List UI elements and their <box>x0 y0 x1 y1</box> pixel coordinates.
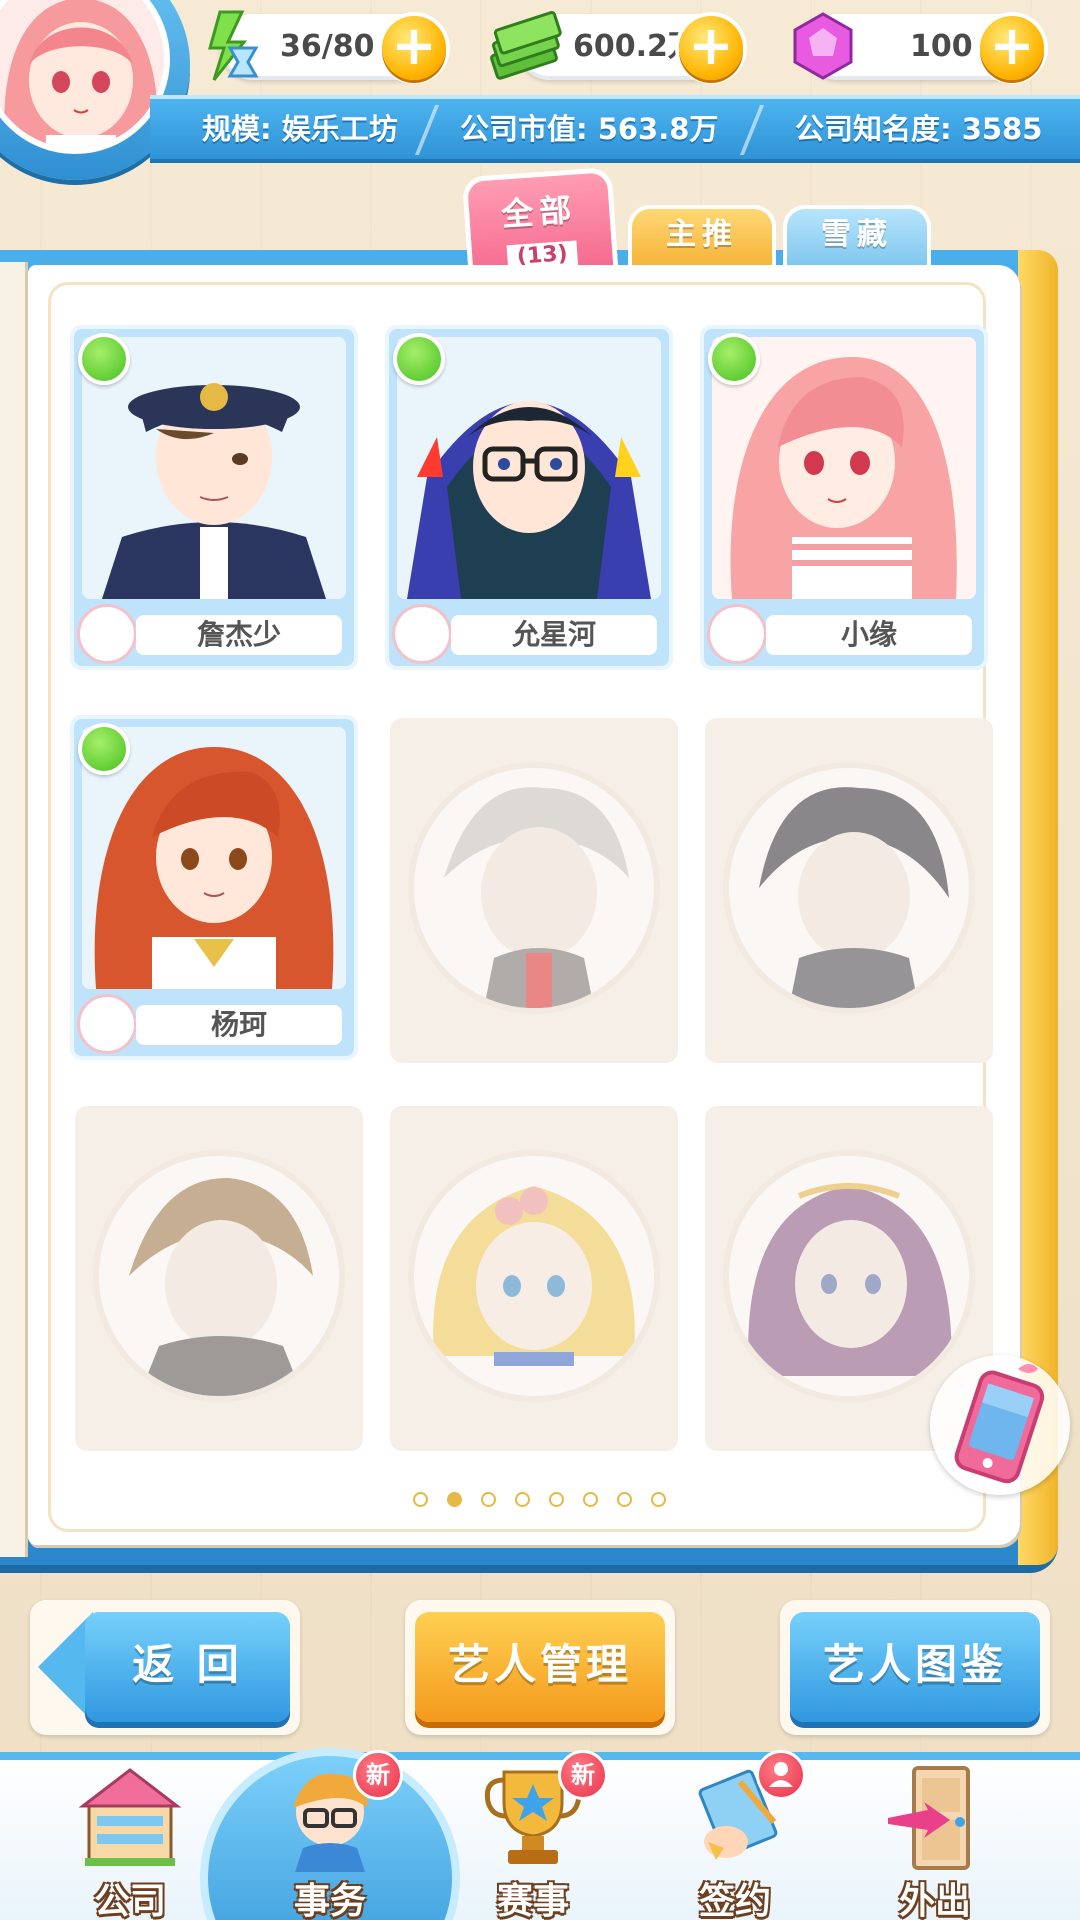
locked-artist-silhouette <box>408 762 660 1014</box>
locked-artist-card[interactable] <box>705 718 993 1063</box>
gem-resource: 100 + <box>793 12 1044 80</box>
clapperboard-icon <box>395 607 449 661</box>
page-dot[interactable] <box>617 1492 632 1507</box>
gem-value: 100 <box>910 29 973 64</box>
artist-manage-button[interactable]: 艺人管理 <box>415 1612 665 1722</box>
artist-card[interactable]: 允星河 <box>385 325 673 670</box>
cash-resource: 600.2万 + <box>490 11 743 80</box>
mood-happy-icon <box>78 723 130 775</box>
locked-artist-card[interactable] <box>390 1106 678 1451</box>
artist-name: 小缘 <box>766 615 972 655</box>
artist-name: 杨珂 <box>136 1005 342 1045</box>
artist-name: 允星河 <box>451 615 657 655</box>
nav-outing-label: 外出 <box>898 1881 971 1920</box>
phone-icon <box>954 1364 1045 1484</box>
locked-artist-silhouette <box>408 1150 660 1402</box>
locked-artist-card[interactable] <box>75 1106 363 1451</box>
page-dot[interactable] <box>651 1492 666 1507</box>
page-dot[interactable] <box>515 1492 530 1507</box>
tab-all[interactable]: 全部 (13) <box>461 166 619 278</box>
page-dot[interactable] <box>481 1492 496 1507</box>
resource-row: 36/80 + 600.2万 + 100 + <box>195 10 1075 85</box>
tab-shelved[interactable]: 雪藏 <box>783 205 931 265</box>
mood-happy-icon <box>393 333 445 385</box>
clapperboard-icon <box>710 607 764 661</box>
page-dot[interactable] <box>413 1492 428 1507</box>
clapperboard-icon <box>80 607 134 661</box>
artist-name: 詹杰少 <box>136 615 342 655</box>
mood-happy-icon <box>708 333 760 385</box>
company-fame: 公司知名度: 3585 <box>795 112 1043 146</box>
stat-divider <box>739 105 791 155</box>
nav-company-label: 公司 <box>93 1881 166 1920</box>
mood-happy-icon <box>78 333 130 385</box>
nav-contest-label: 赛事 <box>496 1881 569 1920</box>
energy-value: 36/80 <box>280 29 375 64</box>
nav-company[interactable]: 公司 <box>55 1762 205 1920</box>
add-cash-button[interactable]: + <box>679 16 743 80</box>
back-button[interactable]: 返 回 <box>85 1612 290 1722</box>
notification-badge <box>756 1750 806 1800</box>
nav-outing[interactable]: 外出 <box>860 1762 1010 1920</box>
nav-affairs[interactable]: 新 事务 <box>255 1750 405 1920</box>
energy-hourglass-icon <box>208 10 259 81</box>
page-dot[interactable] <box>549 1492 564 1507</box>
add-energy-button[interactable]: + <box>382 16 446 80</box>
new-badge: 新 <box>353 1750 403 1800</box>
artist-gallery-button[interactable]: 艺人图鉴 <box>790 1612 1040 1722</box>
artist-card[interactable]: 詹杰少 <box>70 325 358 670</box>
company-building-icon <box>78 1768 182 1866</box>
locked-artist-card[interactable] <box>390 718 678 1063</box>
clapperboard-icon <box>80 997 134 1051</box>
page-dot[interactable] <box>583 1492 598 1507</box>
nav-affairs-label: 事务 <box>293 1881 366 1920</box>
locked-artist-silhouette <box>93 1150 345 1402</box>
tab-featured[interactable]: 主推 <box>628 205 776 265</box>
company-stats-bar: 规模: 娱乐工坊 公司市值: 563.8万 公司知名度: 3585 <box>150 95 1080 159</box>
artist-card[interactable]: 杨珂 <box>70 715 358 1060</box>
phone-button[interactable] <box>930 1355 1070 1495</box>
gem-icon <box>793 12 853 80</box>
page-dot-active[interactable] <box>447 1492 462 1507</box>
energy-resource: 36/80 + <box>208 10 446 81</box>
tab-featured-label: 主推 <box>666 217 738 252</box>
new-badge: 新 <box>558 1750 608 1800</box>
artist-card[interactable]: 小缘 <box>700 325 988 670</box>
tab-all-label: 全部 <box>500 190 579 234</box>
cash-stack-icon <box>490 11 562 80</box>
stat-divider <box>414 105 466 155</box>
locked-artist-silhouette <box>723 762 975 1014</box>
tab-shelved-label: 雪藏 <box>821 217 893 252</box>
door-icon <box>888 1766 970 1870</box>
company-scale: 规模: 娱乐工坊 <box>202 112 398 146</box>
nav-contest[interactable]: 新 赛事 <box>458 1750 608 1920</box>
book-spine <box>0 262 28 1557</box>
top-bar: 36/80 + 600.2万 + 100 + 规模: 娱乐工坊 公司市值: 56… <box>0 0 1080 180</box>
person-icon <box>769 1762 793 1787</box>
nav-sign-label: 签约 <box>698 1881 771 1920</box>
add-gem-button[interactable]: + <box>980 16 1044 80</box>
nav-sign[interactable]: 签约 <box>660 1750 810 1920</box>
company-market-value: 公司市值: 563.8万 <box>460 112 719 146</box>
